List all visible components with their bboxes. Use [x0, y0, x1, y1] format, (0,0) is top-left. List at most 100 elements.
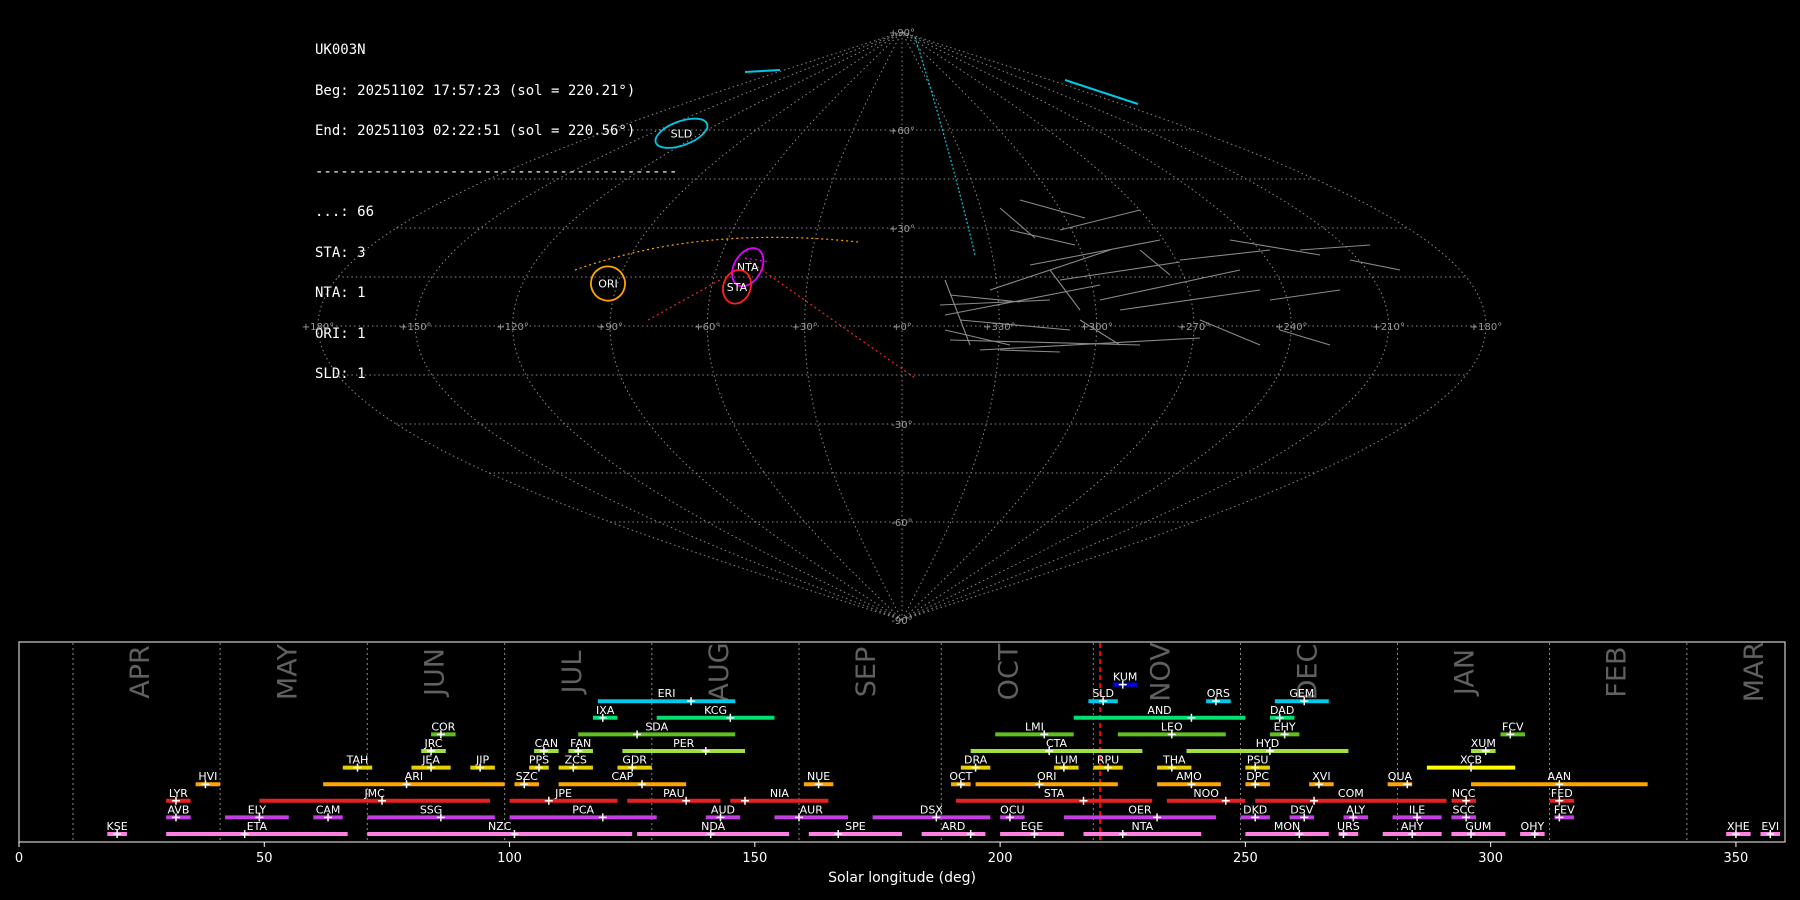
shower-fcv: FCV	[1500, 720, 1526, 739]
shower-cta: CTA	[970, 737, 1143, 755]
sta-track	[744, 257, 916, 379]
shower-cam: CAM	[313, 803, 343, 822]
shower-code-label: SPE	[845, 820, 866, 833]
shower-code-label: JIP	[475, 754, 489, 767]
shower-code-label: DSV	[1290, 803, 1313, 816]
shower-code-label: XCB	[1460, 754, 1482, 767]
sporadic-meteor-track	[1059, 209, 1141, 231]
shower-code-label: AVB	[167, 803, 189, 816]
shower-code-label: OCU	[1000, 803, 1024, 816]
latitude-label: -30°	[891, 420, 912, 431]
shower-zcs: ZCS	[558, 754, 593, 772]
sporadic-meteor-track	[1349, 259, 1401, 271]
meridian-line	[414, 31, 903, 621]
shower-ahy: AHY	[1382, 820, 1442, 838]
shower-ehy: EHY	[1269, 720, 1300, 739]
shower-code-label: LEO	[1161, 720, 1183, 733]
sporadic-meteor-track	[1299, 244, 1371, 251]
shower-tha: THA	[1157, 754, 1192, 772]
shower-code-label: NOO	[1193, 787, 1219, 800]
shower-code-label: LYR	[169, 787, 188, 800]
shower-code-label: HYD	[1256, 737, 1279, 750]
shower-code-label: PAU	[663, 787, 685, 800]
shower-code-label: QUA	[1388, 770, 1413, 783]
x-tick-label: 50	[256, 851, 273, 866]
month-label: FEB	[1602, 646, 1633, 697]
shower-code-label: KSE	[107, 820, 128, 833]
shower-code-label: ZCS	[565, 754, 587, 767]
shower-dkd: DKD	[1240, 803, 1270, 822]
sporadic-meteor-track	[949, 294, 1021, 303]
shower-sda: SDA	[578, 720, 736, 739]
shower-code-label: FCV	[1502, 720, 1524, 733]
meteor-chart: SLD ORI NTA STA +180° +150° +120° +90° +60° +30°…	[15, 28, 1786, 886]
radiant-sld: SLD	[654, 117, 709, 149]
x-tick-label: 200	[988, 851, 1013, 866]
shower-code-label: AUR	[800, 803, 824, 816]
shower-code-label: ERI	[658, 687, 676, 700]
ori-track	[574, 236, 859, 271]
shower-hyd: HYD	[1186, 737, 1349, 755]
shower-code-label: ETA	[247, 820, 268, 833]
month-label: JUN	[419, 648, 450, 698]
shower-code-label: SLD	[1092, 687, 1114, 700]
shower-dra: DRA	[960, 754, 991, 772]
shower-pau: PAU	[627, 787, 721, 805]
month-label: SEP	[851, 647, 882, 697]
shower-lum: LUM	[1054, 754, 1079, 772]
sporadic-meteor-track	[999, 349, 1061, 353]
shower-and: AND	[1073, 704, 1246, 722]
shower-jip: JIP	[470, 754, 495, 772]
shower-code-label: IXA	[596, 704, 615, 717]
month-label: OCT	[993, 643, 1024, 700]
month-label: APR	[125, 645, 156, 699]
shower-xvi: XVI	[1309, 770, 1334, 789]
shower-gum: GUM	[1451, 820, 1506, 838]
radiant-label: NTA	[737, 261, 759, 274]
shower-code-label: SCC	[1453, 803, 1476, 816]
shower-code-label: CAM	[316, 803, 341, 816]
sld-track	[744, 69, 781, 73]
shower-evi: EVI	[1760, 820, 1781, 838]
shower-gdr: GDR	[617, 754, 652, 772]
shower-code-label: OHY	[1521, 820, 1545, 833]
shower-code-label: PCA	[572, 803, 594, 816]
sporadic-meteor-track	[1119, 289, 1261, 311]
shower-ely: ELY	[225, 803, 289, 822]
shower-urs: URS	[1337, 820, 1360, 838]
longitude-label: +120°	[496, 322, 528, 333]
longitude-label: +0°	[892, 322, 912, 333]
shower-jpe: JPE	[509, 787, 618, 805]
shower-xhe: XHE	[1726, 820, 1751, 838]
shower-code-label: KUM	[1113, 671, 1137, 684]
shower-pps: PPS	[529, 754, 549, 772]
shower-code-label: EVI	[1761, 820, 1779, 833]
shower-code-label: CAN	[535, 737, 558, 750]
month-label: JAN	[1450, 649, 1481, 697]
shower-pca: PCA	[509, 803, 657, 822]
sporadic-meteor-track	[1029, 239, 1161, 266]
shower-code-label: HVI	[198, 770, 217, 783]
month-label: NOV	[1145, 642, 1176, 702]
sporadic-meteor-track	[1269, 289, 1341, 301]
shower-xcb: XCB	[1426, 754, 1516, 772]
shower-ile: ILE	[1392, 803, 1442, 822]
shower-dpc: DPC	[1245, 770, 1270, 789]
latitude-label: -60°	[891, 518, 912, 529]
sld-track	[914, 36, 976, 256]
sporadic-meteor-track	[939, 299, 1051, 306]
shower-eta: ETA	[166, 820, 348, 838]
shower-code-label: SSG	[420, 803, 443, 816]
shower-kse: KSE	[107, 820, 128, 838]
shower-code-label: AMO	[1176, 770, 1202, 783]
month-label: MAR	[1739, 642, 1770, 703]
shower-spe: SPE	[808, 820, 902, 838]
shower-aur: AUR	[774, 803, 849, 822]
shower-code-label: NCC	[1452, 787, 1476, 800]
longitude-label: +240°	[1275, 322, 1307, 333]
shower-szc: SZC	[514, 770, 539, 789]
x-tick-label: 350	[1724, 851, 1749, 866]
longitude-label: +150°	[399, 322, 431, 333]
shower-ari: ARI	[323, 770, 505, 789]
shower-dsx: DSX	[872, 803, 991, 822]
